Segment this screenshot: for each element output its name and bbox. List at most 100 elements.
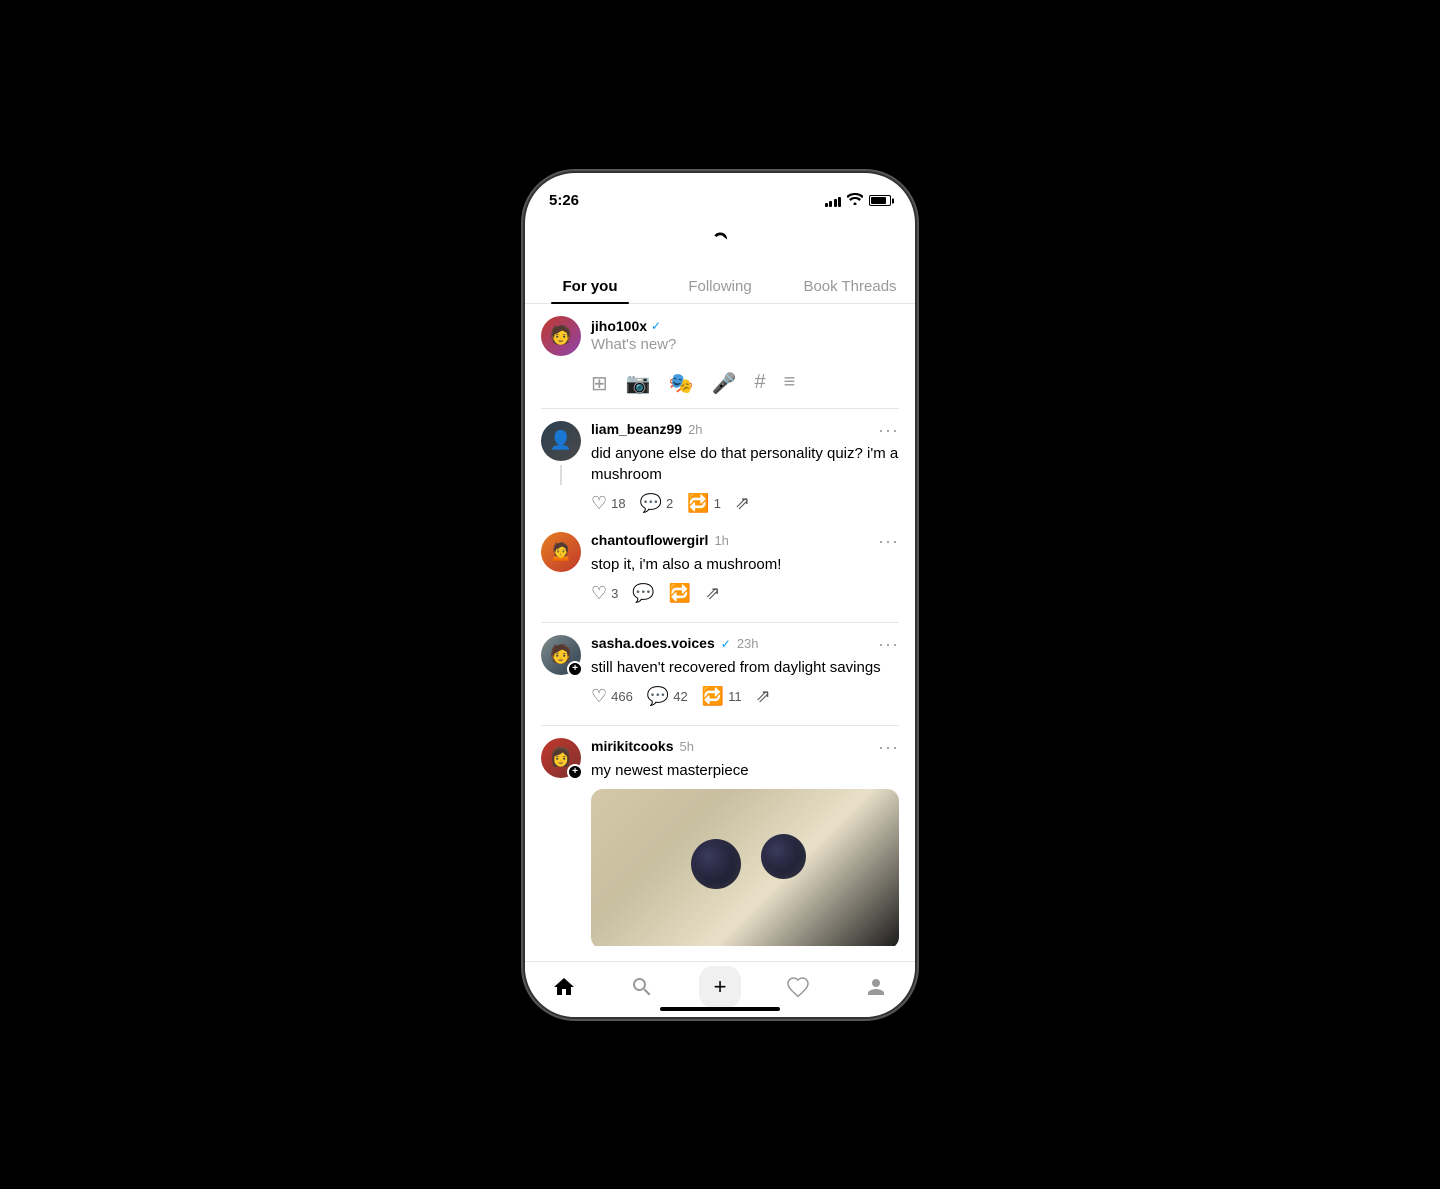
more-chantou[interactable]: ··· — [878, 532, 899, 550]
post-actions-liam: ♡ 18 💬 2 🔁 1 — [591, 493, 899, 524]
thread-line-wrap-2: 🙍 — [541, 532, 581, 572]
username-sasha[interactable]: sasha.does.voices — [591, 635, 715, 651]
repost-btn-liam[interactable]: 🔁 1 — [687, 493, 721, 514]
wifi-icon — [847, 193, 863, 208]
repost-icon: 🔁 — [687, 493, 709, 514]
camera-icon[interactable]: 📷 — [626, 371, 651, 396]
mic-icon[interactable]: 🎤 — [712, 371, 737, 396]
hashtag-icon[interactable]: # — [754, 371, 765, 396]
compose-username: jiho100x — [591, 318, 647, 334]
tab-following[interactable]: Following — [655, 268, 785, 303]
comment-btn-chantou[interactable]: 💬 — [632, 583, 654, 604]
username-liam[interactable]: liam_beanz99 — [591, 421, 682, 437]
comment-btn-liam[interactable]: 💬 2 — [640, 493, 674, 514]
post-liam: 👤 liam_beanz99 2h ··· did anyone else do… — [525, 409, 915, 622]
comment-icon: 💬 — [640, 493, 662, 514]
like-count-sasha: 466 — [611, 689, 633, 704]
status-bar: 5:26 — [525, 173, 915, 217]
add-badge-sasha[interactable]: + — [567, 661, 583, 677]
avatar-wrap-miri: 👩 + — [541, 738, 581, 778]
share-icon: ⇗ — [735, 493, 750, 514]
time-chantou: 1h — [714, 533, 728, 548]
compose-placeholder[interactable]: What's new? — [591, 336, 899, 353]
repost-count-sasha: 11 — [728, 689, 742, 704]
compose-verified-icon: ✓ — [651, 319, 661, 333]
comment-btn-sasha[interactable]: 💬 42 — [647, 686, 688, 707]
share-btn-liam[interactable]: ⇗ — [735, 493, 750, 514]
nav-activity[interactable] — [774, 963, 822, 1011]
post-body-miri: my newest masterpiece — [591, 760, 899, 946]
tab-book-threads[interactable]: Book Threads — [785, 268, 915, 303]
search-icon — [630, 975, 654, 999]
username-chantou[interactable]: chantouflowergirl — [591, 532, 708, 548]
repost-count-liam: 1 — [714, 496, 721, 511]
nav-tabs: For you Following Book Threads — [525, 268, 915, 304]
repost-icon-chantou: 🔁 — [669, 583, 691, 604]
more-icon[interactable]: ≡ — [784, 371, 796, 396]
time-sasha: 23h — [737, 636, 759, 651]
avatar-chantou: 🙍 — [541, 532, 581, 572]
comment-count-liam: 2 — [666, 496, 673, 511]
home-icon — [552, 975, 576, 999]
share-btn-chantou[interactable]: ⇗ — [705, 583, 720, 604]
compose-avatar: 🧑 — [541, 316, 581, 356]
post-actions-chantou: ♡ 3 💬 🔁 ⇗ — [591, 583, 899, 614]
heart-icon-sasha: ♡ — [591, 686, 607, 707]
compose-right: jiho100x ✓ What's new? ⊞ 📷 🎭 🎤 # ≡ — [591, 316, 899, 408]
nav-search[interactable] — [618, 963, 666, 1011]
gif-icon[interactable]: 🎭 — [669, 371, 694, 396]
post-text-liam: did anyone else do that personality quiz… — [591, 443, 899, 485]
avatar-wrap-sasha: 🧑 + — [541, 635, 581, 675]
post-sasha: 🧑 + sasha.does.voices ✓ 23h ··· sti — [525, 623, 915, 725]
heart-icon: ♡ — [591, 493, 607, 514]
post-text-chantou: stop it, i'm also a mushroom! — [591, 554, 899, 575]
more-miri[interactable]: ··· — [878, 738, 899, 756]
like-btn-chantou[interactable]: ♡ 3 — [591, 583, 618, 604]
post-text-miri: my newest masterpiece — [591, 760, 899, 781]
add-badge-miri[interactable]: + — [567, 764, 583, 780]
nav-compose[interactable]: + — [696, 963, 744, 1011]
signal-icon — [825, 195, 842, 207]
heart-icon-chantou: ♡ — [591, 583, 607, 604]
like-count-liam: 18 — [611, 496, 625, 511]
nav-profile[interactable] — [852, 963, 900, 1011]
compose-plus-btn[interactable]: + — [699, 966, 741, 1008]
post-miri: 👩 + mirikitcooks 5h ··· my newest master… — [525, 726, 915, 946]
app-header — [525, 217, 915, 268]
username-miri[interactable]: mirikitcooks — [591, 738, 673, 754]
verified-sasha: ✓ — [721, 637, 731, 651]
more-sasha[interactable]: ··· — [878, 635, 899, 653]
blueberry-2 — [761, 834, 806, 879]
gallery-icon[interactable]: ⊞ — [591, 371, 608, 396]
post-header-miri: mirikitcooks 5h ··· — [591, 738, 899, 756]
battery-icon — [869, 195, 891, 206]
status-icons — [825, 193, 892, 208]
repost-icon-sasha: 🔁 — [702, 686, 724, 707]
post-body-liam: did anyone else do that personality quiz… — [591, 443, 899, 532]
avatar-liam: 👤 — [541, 421, 581, 461]
share-btn-sasha[interactable]: ⇗ — [756, 686, 771, 707]
time-miri: 5h — [679, 739, 693, 754]
post-image-miri — [591, 789, 899, 946]
comment-icon-sasha: 💬 — [647, 686, 669, 707]
like-btn-sasha[interactable]: ♡ 466 — [591, 686, 633, 707]
nav-home[interactable] — [540, 963, 588, 1011]
comment-icon-chantou: 💬 — [632, 583, 654, 604]
like-btn-liam[interactable]: ♡ 18 — [591, 493, 626, 514]
post-header-chantou: chantouflowergirl 1h ··· — [591, 532, 899, 550]
share-icon-chantou: ⇗ — [705, 583, 720, 604]
compose-section: 🧑 jiho100x ✓ What's new? ⊞ 📷 🎭 🎤 # ≡ — [525, 304, 915, 408]
content-area[interactable]: 🧑 jiho100x ✓ What's new? ⊞ 📷 🎭 🎤 # ≡ — [525, 304, 915, 946]
home-indicator — [660, 1007, 780, 1011]
post-body-sasha: still haven't recovered from daylight sa… — [591, 657, 899, 725]
blueberry-1 — [691, 839, 741, 889]
tab-for-you[interactable]: For you — [525, 268, 655, 303]
like-count-chantou: 3 — [611, 586, 618, 601]
thread-line-wrap-1: 👤 — [541, 421, 581, 485]
status-time: 5:26 — [549, 192, 579, 209]
repost-btn-chantou[interactable]: 🔁 — [669, 583, 691, 604]
comment-count-sasha: 42 — [673, 689, 687, 704]
repost-btn-sasha[interactable]: 🔁 11 — [702, 686, 742, 707]
more-liam[interactable]: ··· — [878, 421, 899, 439]
time-liam: 2h — [688, 422, 702, 437]
